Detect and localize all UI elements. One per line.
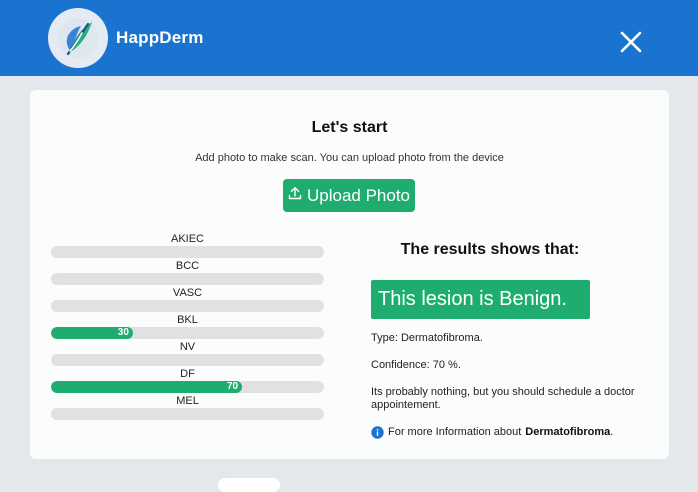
scan-card: Let's start Add photo to make scan. You … bbox=[30, 90, 669, 459]
progress-value: 70 bbox=[226, 381, 239, 392]
bar-label: BCC bbox=[175, 260, 200, 272]
page-subtitle: Add photo to make scan. You can upload p… bbox=[195, 152, 504, 164]
results-heading: The results shows that: bbox=[400, 241, 580, 258]
bar-label: DF bbox=[180, 368, 195, 380]
upload-photo-label: Upload Photo bbox=[306, 185, 411, 205]
info-icon bbox=[371, 426, 384, 439]
app-name: HappDerm bbox=[116, 28, 204, 47]
confidence-text: Confidence: 70 %. bbox=[371, 359, 461, 371]
class-probability-bars: AKIEC BCC VASC BKL 30 NV DF 70 MEL bbox=[51, 233, 324, 422]
progress-track: 70 bbox=[51, 381, 324, 393]
progress-track bbox=[51, 246, 324, 258]
bar-label: NV bbox=[179, 341, 196, 353]
more-info-prefix: For more Information about bbox=[388, 426, 522, 438]
page-title: Let's start bbox=[311, 119, 388, 136]
bar-row-df: DF 70 bbox=[51, 368, 324, 395]
advice-text: Its probably nothing, but you should sch… bbox=[371, 386, 635, 411]
more-info-suffix: . bbox=[610, 426, 614, 438]
close-button[interactable] bbox=[617, 28, 645, 56]
app-header: HappDerm bbox=[0, 0, 698, 76]
progress-track bbox=[51, 354, 324, 366]
bar-row-nv: NV bbox=[51, 341, 324, 368]
progress-track bbox=[51, 408, 324, 420]
more-info-line: For more Information about Dermatofibrom… bbox=[371, 426, 613, 439]
bar-row-akiec: AKIEC bbox=[51, 233, 324, 260]
progress-track bbox=[51, 300, 324, 312]
progress-value: 30 bbox=[117, 327, 129, 338]
progress-track bbox=[51, 273, 324, 285]
progress-fill: 30 bbox=[51, 327, 133, 339]
upload-icon bbox=[288, 186, 302, 199]
bar-row-bcc: BCC bbox=[51, 260, 324, 287]
bar-row-vasc: VASC bbox=[51, 287, 324, 314]
more-info-link[interactable]: Dermatofibroma bbox=[525, 426, 610, 438]
progress-fill: 70 bbox=[51, 381, 243, 393]
leaf-logo-icon bbox=[58, 18, 98, 58]
bar-label: BKL bbox=[177, 314, 198, 326]
bar-row-mel: MEL bbox=[51, 395, 324, 422]
upload-photo-button[interactable]: Upload Photo bbox=[283, 179, 415, 212]
bar-label: MEL bbox=[176, 395, 199, 407]
app-logo bbox=[48, 8, 108, 68]
bar-label: AKIEC bbox=[170, 233, 204, 245]
close-icon[interactable] bbox=[617, 28, 645, 56]
bar-label: VASC bbox=[172, 287, 203, 299]
verdict-banner: This lesion is Benign. bbox=[371, 280, 590, 319]
bottom-pill[interactable] bbox=[218, 478, 280, 492]
lesion-type: Type: Dermatofibroma. bbox=[371, 332, 483, 344]
bar-row-bkl: BKL 30 bbox=[51, 314, 324, 341]
progress-track: 30 bbox=[51, 327, 324, 339]
